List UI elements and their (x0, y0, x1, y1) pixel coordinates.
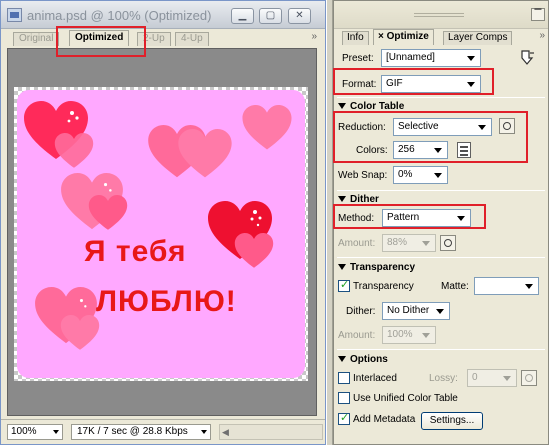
add-metadata-checkbox[interactable] (338, 411, 350, 425)
transparency-amount-select[interactable]: 100% (382, 326, 436, 344)
divider (337, 97, 545, 98)
divider (337, 190, 545, 191)
image-canvas[interactable]: Я тебя ЛЮБЛЮ! (7, 48, 317, 416)
heart-icon (88, 195, 128, 230)
panel-collapse-button[interactable]: ▔ (531, 8, 545, 21)
dither-amount-label: Amount: (338, 238, 376, 249)
transparency-title: Transparency (350, 262, 416, 273)
close-button[interactable]: ✕ (288, 8, 311, 24)
scroll-left-icon[interactable]: ◀ (222, 427, 229, 438)
transparency-dither-value: No Dither (387, 305, 430, 316)
interlaced-checkbox[interactable] (338, 372, 350, 384)
matte-label: Matte: (441, 281, 469, 292)
grip-lines (414, 13, 464, 17)
download-time-value: 17K / 7 sec @ 28.8 Kbps (77, 426, 188, 437)
image-text-line-2: ЛЮБЛЮ! (96, 285, 237, 318)
transparency-amount-label: Amount: (338, 330, 376, 341)
settings-button[interactable]: Settings... (421, 412, 483, 430)
download-time-select[interactable]: 17K / 7 sec @ 28.8 Kbps (71, 424, 211, 440)
tab-original[interactable]: Original (13, 32, 60, 46)
highlight-box (56, 26, 146, 57)
transparency-checkbox[interactable] (338, 278, 350, 292)
web-snap-select[interactable]: 0% (393, 166, 448, 184)
chevron-down-icon (422, 241, 430, 246)
transparency-section[interactable]: Transparency (338, 262, 415, 273)
lossy-value: 0 (472, 372, 478, 383)
panel-tabs: Info × Optimize Layer Comps » (337, 29, 547, 45)
dither-amount-select[interactable]: 88% (382, 234, 436, 252)
collapse-triangle-icon (338, 264, 346, 271)
heart-icon (178, 129, 232, 178)
panel-grip[interactable]: ▔ (334, 1, 548, 29)
image-text-line-1: Я тебя (84, 235, 187, 268)
transparency-checkbox-label: Transparency (353, 281, 414, 292)
chevron-down-icon (422, 333, 430, 338)
chevron-down-icon (503, 376, 511, 381)
preset-label: Preset: (342, 53, 374, 64)
highlight-box (333, 111, 528, 163)
optimize-menu-icon[interactable] (518, 49, 536, 67)
dither-amount-mask-button[interactable] (440, 235, 456, 251)
transparency-dither-label: Dither: (346, 306, 376, 317)
heart-icon (242, 105, 292, 150)
heart-icon (60, 315, 100, 350)
lossy-select[interactable]: 0 (467, 369, 517, 387)
web-snap-label: Web Snap: (338, 170, 388, 181)
lossy-mask-button[interactable] (521, 370, 537, 386)
preset-select[interactable]: [Unnamed] (381, 49, 481, 67)
close-tab-icon[interactable]: × (378, 31, 384, 42)
document-title-bar[interactable]: anima.psd @ 100% (Optimized) ▁ ▢ ✕ (1, 1, 325, 29)
collapse-triangle-icon (338, 356, 346, 363)
unified-color-table-label: Use Unified Color Table (353, 393, 458, 404)
web-snap-value: 0% (398, 169, 413, 180)
chevron-down-icon (434, 173, 442, 178)
interlaced-label: Interlaced (353, 373, 397, 384)
horizontal-scrollbar[interactable]: ◀ (219, 424, 323, 440)
document-window: anima.psd @ 100% (Optimized) ▁ ▢ ✕ Origi… (0, 0, 326, 445)
heart-icon (234, 233, 274, 268)
document-icon (7, 8, 22, 22)
options-section[interactable]: Options (338, 354, 388, 365)
transparency-amount-value: 100% (387, 329, 413, 340)
divider (337, 257, 545, 258)
minimize-button[interactable]: ▁ (231, 8, 254, 24)
transparency-dither-select[interactable]: No Dither (382, 302, 450, 320)
chevron-down-icon (201, 430, 207, 434)
unified-color-table-checkbox[interactable] (338, 392, 350, 404)
tab-optimize[interactable]: × Optimize (373, 29, 434, 45)
lossy-label: Lossy: (429, 373, 458, 384)
status-bar: 100% 17K / 7 sec @ 28.8 Kbps ◀ (1, 419, 325, 444)
matte-select[interactable] (474, 277, 539, 295)
view-tabs: Original Optimized 2-Up 4-Up » (7, 30, 321, 46)
collapse-triangle-icon (338, 196, 346, 203)
collapse-triangle-icon (338, 103, 346, 110)
tab-optimize-label: Optimize (386, 31, 429, 42)
highlight-box (333, 204, 486, 229)
preset-value: [Unnamed] (386, 52, 435, 63)
tabs-overflow-icon[interactable]: » (311, 31, 317, 42)
add-metadata-label: Add Metadata (353, 414, 416, 425)
tab-4-up[interactable]: 4-Up (175, 32, 209, 46)
tab-info[interactable]: Info (342, 31, 369, 45)
divider (337, 349, 545, 350)
heart-icon (54, 133, 94, 168)
chevron-down-icon (53, 430, 59, 434)
panel-divider[interactable] (326, 0, 333, 445)
maximize-button[interactable]: ▢ (259, 8, 282, 24)
dither-amount-value: 88% (387, 237, 408, 248)
panel-menu-icon[interactable]: » (539, 30, 545, 41)
options-title: Options (350, 354, 388, 365)
zoom-select[interactable]: 100% (7, 424, 63, 440)
chevron-down-icon (525, 284, 533, 289)
highlight-box (333, 68, 494, 95)
document-title: anima.psd @ 100% (Optimized) (27, 8, 212, 23)
chevron-down-icon (436, 309, 444, 314)
chevron-down-icon (467, 56, 475, 61)
zoom-value: 100% (11, 426, 37, 437)
tab-layer-comps[interactable]: Layer Comps (443, 31, 513, 45)
